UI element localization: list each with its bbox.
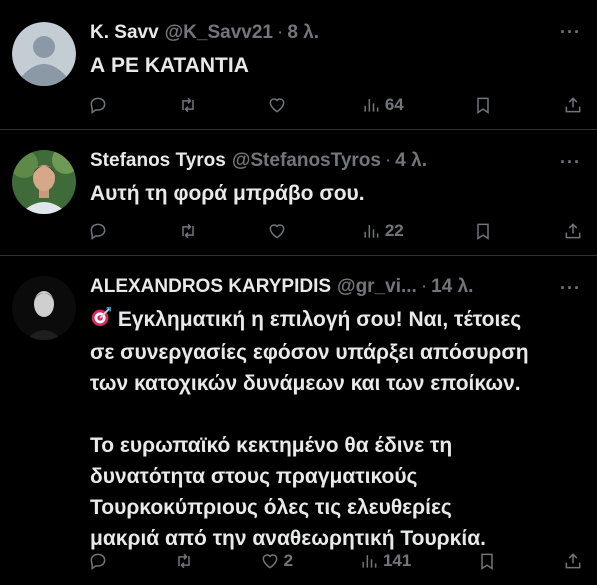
- timestamp[interactable]: 8 λ.: [287, 22, 319, 44]
- share-button[interactable]: [563, 549, 583, 573]
- bookmark-icon: [477, 97, 490, 114]
- tweet-actions: 22: [88, 219, 583, 243]
- like-icon: [262, 554, 278, 569]
- tweet-header: K. Savv @K_Savv21 · 8 λ.: [90, 22, 579, 44]
- retweet-icon: [181, 97, 194, 113]
- display-name[interactable]: K. Savv: [90, 22, 159, 44]
- like-icon: [269, 224, 285, 239]
- more-options-icon[interactable]: ···: [560, 152, 581, 173]
- reply-feed: K. Savv @K_Savv21 · 8 λ. Α ΡΕ ΚΑΤΑΝΤΙΑ ·…: [0, 0, 597, 585]
- share-icon: [565, 97, 581, 113]
- bookmark-button[interactable]: [473, 93, 493, 117]
- tweet-actions: 2 141: [88, 549, 583, 573]
- views-icon: [362, 555, 377, 568]
- reply-button[interactable]: [88, 93, 108, 117]
- tweet[interactable]: Stefanos Tyros @StefanosTyros · 4 λ. Αυτ…: [0, 130, 597, 256]
- bookmark-button[interactable]: [477, 549, 497, 573]
- bookmark-icon: [477, 223, 490, 240]
- reply-icon: [90, 553, 106, 570]
- share-icon: [565, 223, 581, 239]
- view-count: 141: [382, 551, 412, 570]
- timestamp[interactable]: 14 λ.: [431, 276, 473, 298]
- share-button[interactable]: [563, 219, 583, 243]
- timestamp[interactable]: 4 λ.: [395, 150, 427, 172]
- reply-button[interactable]: [88, 549, 108, 573]
- view-count: 22: [384, 221, 404, 240]
- retweet-icon: [181, 223, 194, 239]
- retweet-button[interactable]: [174, 549, 194, 573]
- user-handle[interactable]: @StefanosTyros: [232, 150, 381, 172]
- tweet-text-container: Εγκληματική η επιλογή σου! Ναι, τέτοιες …: [90, 304, 579, 554]
- avatar-stefanos[interactable]: [12, 150, 76, 214]
- tweet[interactable]: ALEXANDROS KARYPIDIS @gr_vi... · 14 λ. Ε…: [0, 256, 597, 585]
- views-button[interactable]: 141: [359, 549, 411, 573]
- retweet-icon: [178, 553, 190, 569]
- profile-photo-icon: [12, 150, 76, 214]
- like-button[interactable]: [267, 219, 291, 243]
- target-emoji-icon: [90, 306, 112, 337]
- reply-icon: [90, 223, 106, 240]
- views-button[interactable]: 64: [361, 93, 404, 117]
- profile-photo-icon: [12, 276, 76, 340]
- view-count: 64: [384, 95, 404, 114]
- tweet-text: Αυτή τη φορά μπράβο σου.: [90, 182, 365, 205]
- bookmark-icon: [481, 553, 493, 570]
- like-button[interactable]: [267, 93, 291, 117]
- bookmark-button[interactable]: [473, 219, 493, 243]
- tweet-actions: 64: [88, 93, 583, 117]
- views-icon: [364, 99, 379, 112]
- like-count: 2: [283, 551, 294, 570]
- views-button[interactable]: 22: [361, 219, 404, 243]
- tweet-text: Α ΡΕ ΚΑΤΑΝΤΙΑ: [90, 54, 249, 77]
- like-icon: [269, 98, 285, 113]
- retweet-button[interactable]: [178, 219, 198, 243]
- display-name[interactable]: ALEXANDROS KARYPIDIS: [90, 276, 331, 298]
- views-icon: [364, 225, 379, 238]
- share-icon: [565, 553, 581, 569]
- reply-button[interactable]: [88, 219, 108, 243]
- tweet-body: ALEXANDROS KARYPIDIS @gr_vi... · 14 λ. Ε…: [90, 276, 579, 585]
- separator-dot: ·: [276, 22, 284, 43]
- tweet[interactable]: K. Savv @K_Savv21 · 8 λ. Α ΡΕ ΚΑΤΑΝΤΙΑ ·…: [0, 0, 597, 130]
- separator-dot: ·: [384, 150, 392, 171]
- default-avatar-icon: [12, 22, 76, 86]
- separator-dot: ·: [420, 276, 428, 297]
- like-button[interactable]: 2: [260, 549, 293, 573]
- tweet-text: Εγκληματική η επιλογή σου! Ναι, τέτοιες …: [90, 308, 529, 550]
- more-options-icon[interactable]: ···: [560, 22, 581, 43]
- more-options-icon[interactable]: ···: [560, 278, 581, 299]
- display-name[interactable]: Stefanos Tyros: [90, 150, 226, 172]
- avatar-default[interactable]: [12, 22, 76, 86]
- avatar-alexandros[interactable]: [12, 276, 76, 340]
- reply-icon: [90, 97, 106, 114]
- user-handle[interactable]: @K_Savv21: [165, 22, 273, 44]
- share-button[interactable]: [563, 93, 583, 117]
- tweet-header: Stefanos Tyros @StefanosTyros · 4 λ.: [90, 150, 579, 172]
- user-handle[interactable]: @gr_vi...: [337, 276, 417, 298]
- retweet-button[interactable]: [178, 93, 198, 117]
- tweet-header: ALEXANDROS KARYPIDIS @gr_vi... · 14 λ.: [90, 276, 579, 298]
